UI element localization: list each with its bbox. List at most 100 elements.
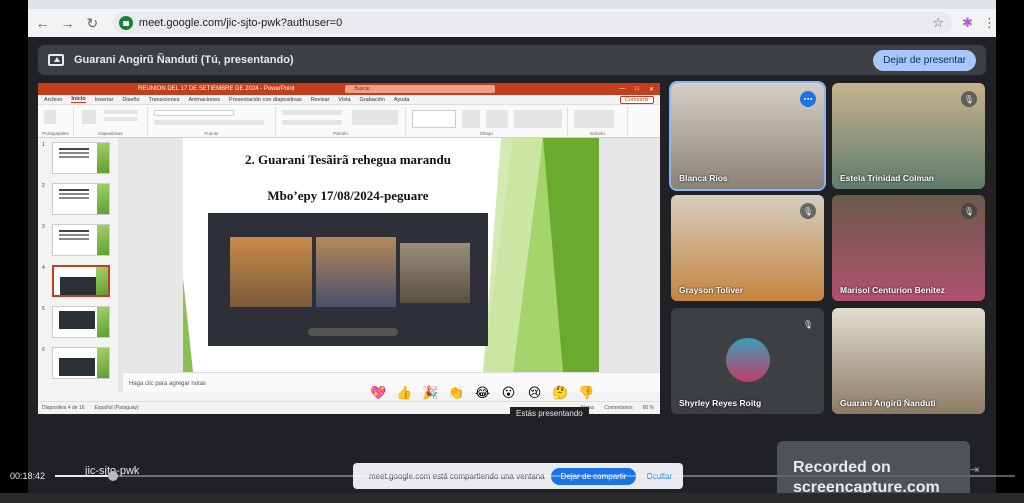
watermark-line1: Recorded on <box>793 459 891 476</box>
zoom-level[interactable]: 60 % <box>643 405 654 411</box>
meet-window: Guarani Angirũ Ñanduti (Tú, presentando)… <box>28 37 996 503</box>
close-icon[interactable]: ✕ <box>649 86 654 93</box>
arrow-left-icon[interactable]: ← <box>32 12 53 34</box>
bookmark-star-icon[interactable]: ☆ <box>932 15 944 31</box>
participant-tile[interactable]: 🎙 Marisol Centurion Benitez <box>832 195 985 301</box>
ppt-menu-item[interactable]: Insertar <box>95 97 114 103</box>
address-bar[interactable]: meet.google.com/jic-sjto-pwk?authuser=0 … <box>112 12 953 34</box>
ppt-menu-item[interactable]: Ayuda <box>394 97 410 103</box>
ppt-menu-item[interactable]: Presentación con diapositivas <box>229 97 302 103</box>
presenting-tooltip: Estás presentando <box>510 407 589 420</box>
ppt-menu-item[interactable]: Revisar <box>311 97 330 103</box>
avatar <box>726 338 770 382</box>
participant-tile-self[interactable]: Guarani Angirũ Ñanduti <box>832 308 985 414</box>
ribbon-group-label: Dibujo <box>480 131 493 136</box>
presenting-banner-text: Guarani Angirũ Ñanduti (Tú, presentando) <box>74 54 294 66</box>
url-text: meet.google.com/jic-sjto-pwk?authuser=0 <box>138 17 343 29</box>
ppt-menu-item[interactable]: Inicio <box>71 96 86 103</box>
slide-thumbnail[interactable]: 1 <box>42 142 110 174</box>
reload-icon[interactable]: ↻ <box>82 12 103 34</box>
participant-tile[interactable]: ⋯ Blanca Rios <box>669 81 826 191</box>
font-format-buttons[interactable] <box>154 120 264 125</box>
slide-thumbnail-selected[interactable]: 4 <box>42 265 110 297</box>
shape-format-buttons[interactable] <box>514 110 562 128</box>
slide-thumbnail[interactable]: 5 <box>42 306 110 338</box>
playback-time: 00:18:42 <box>10 471 46 481</box>
ppt-window-title: REUNION DEL 17 DE SETIEMBRE DE 2024 - Po… <box>138 86 295 92</box>
text-direction-buttons[interactable] <box>352 110 398 125</box>
ppt-menu-item[interactable]: Transiciones <box>149 97 180 103</box>
participant-tile[interactable]: 🎙 Grayson Toliver <box>671 195 824 301</box>
ribbon-group: Edición <box>568 107 628 136</box>
thumbs-up-reaction-icon[interactable]: 👍 <box>396 385 413 401</box>
layout-button[interactable] <box>104 110 138 114</box>
ribbon-group-label: Portapapeles <box>42 131 69 136</box>
shapes-gallery[interactable] <box>412 110 456 128</box>
arrange-icon[interactable] <box>462 110 480 128</box>
laugh-reaction-icon[interactable]: 😂 <box>474 385 491 401</box>
slide-title: 2. Guarani Tesãirã rehegua marandu <box>245 152 451 167</box>
ribbon-group-label: Diapositivas <box>98 131 123 136</box>
surprised-reaction-icon[interactable]: 😮 <box>500 385 517 401</box>
party-reaction-icon[interactable]: 🎉 <box>422 385 439 401</box>
ppt-menu-item[interactable]: Diseño <box>122 97 139 103</box>
thumb-image <box>52 306 110 338</box>
slide-meeting-screenshot <box>208 213 488 346</box>
font-select[interactable] <box>154 110 234 116</box>
ppt-menu-item[interactable]: Animaciones <box>188 97 220 103</box>
current-slide[interactable]: 2. Guarani Tesãirã rehegua marandu Mbo’e… <box>183 138 599 372</box>
ppt-menu-item[interactable]: Grabación <box>360 97 385 103</box>
ppt-menu-item[interactable]: Archivo <box>44 97 62 103</box>
slide-thumbnails: 1 2 3 4 5 6 <box>38 138 118 392</box>
edit-buttons[interactable] <box>574 110 614 128</box>
arrow-right-icon[interactable]: → <box>57 12 78 34</box>
player-controls: ⇥ <box>970 463 979 476</box>
mic-off-icon: 🎙 <box>961 203 977 219</box>
ppt-menu-item[interactable]: Vista <box>338 97 350 103</box>
ribbon-group-label: Edición <box>590 131 605 136</box>
slide-thumbnail[interactable]: 2 <box>42 183 110 215</box>
heart-reaction-icon[interactable]: 💖 <box>370 385 387 401</box>
more-vert-icon[interactable]: ⋮ <box>983 15 996 31</box>
extensions-icon[interactable]: ✱ <box>962 15 973 31</box>
skip-icon[interactable]: ⇥ <box>970 463 979 476</box>
thumbs-down-reaction-icon[interactable]: 👎 <box>578 385 595 401</box>
slide-thumbnail[interactable]: 3 <box>42 224 110 256</box>
ppt-share-button[interactable]: Compartir <box>619 95 654 104</box>
thinking-reaction-icon[interactable]: 🤔 <box>552 385 569 401</box>
ppt-search-box[interactable]: Buscar <box>344 85 495 93</box>
thumb-number: 4 <box>42 265 45 271</box>
thumb-number: 2 <box>42 183 45 189</box>
recording-watermark: Recorded on screencapture.com <box>777 441 970 501</box>
maximize-icon[interactable]: □ <box>635 86 639 93</box>
thumb-number: 1 <box>42 142 45 148</box>
list-buttons[interactable] <box>282 110 342 115</box>
participant-name: Estela Trinidad Colman <box>840 173 934 183</box>
more-options-icon[interactable]: ⋯ <box>800 91 816 107</box>
presenting-banner: Guarani Angirũ Ñanduti (Tú, presentando)… <box>38 45 986 75</box>
ribbon-group: Portapapeles <box>38 107 74 136</box>
new-slide-icon[interactable] <box>82 110 96 124</box>
ribbon-group-label: Párrafo <box>333 131 348 136</box>
ppt-body: 1 2 3 4 5 6 2. Guarani Tesãirã rehegua m… <box>38 138 660 414</box>
participant-name: Grayson Toliver <box>679 285 744 295</box>
quick-styles-icon[interactable] <box>486 110 508 128</box>
stop-presenting-button[interactable]: Dejar de presentar <box>873 49 976 71</box>
minimize-icon[interactable]: — <box>619 86 625 93</box>
sad-reaction-icon[interactable]: 😢 <box>526 385 543 401</box>
reset-button[interactable] <box>104 117 138 121</box>
clap-reaction-icon[interactable]: 👏 <box>448 385 465 401</box>
slide-editor: 2. Guarani Tesãirã rehegua marandu Mbo’e… <box>123 138 660 372</box>
mic-off-icon: 🎙 <box>800 203 816 219</box>
participant-name: Shyrley Reyes Roitg <box>679 398 762 408</box>
thumb-image <box>52 224 110 256</box>
slide-thumbnail[interactable]: 6 <box>42 347 110 379</box>
comments-toggle[interactable]: Comentarios <box>604 405 632 411</box>
participant-tile[interactable]: 🎙 Estela Trinidad Colman <box>832 83 985 189</box>
progress-knob[interactable] <box>107 471 118 481</box>
browser-toolbar: ← → ↻ meet.google.com/jic-sjto-pwk?authu… <box>28 9 996 37</box>
thumb-number: 6 <box>42 347 45 353</box>
paste-icon[interactable] <box>44 110 56 124</box>
participant-tile[interactable]: 🎙 Shyrley Reyes Roitg <box>671 308 824 414</box>
align-buttons[interactable] <box>282 120 342 125</box>
